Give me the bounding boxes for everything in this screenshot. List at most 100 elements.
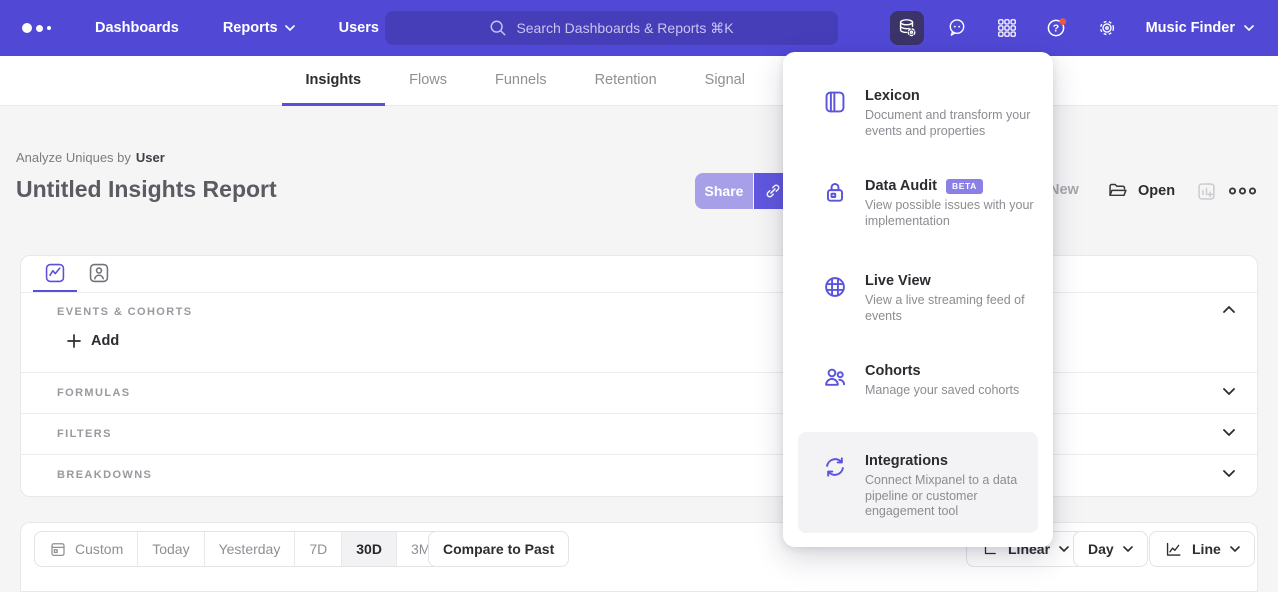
share-button[interactable]: Share [695, 173, 753, 209]
compare-to-past-button[interactable]: Compare to Past [428, 531, 569, 567]
chevron-down-icon [285, 25, 295, 31]
menu-item-title: Integrations [865, 453, 1043, 469]
feedback-bubble-icon [946, 17, 968, 39]
workspace-selector[interactable]: Music Finder [1146, 20, 1254, 36]
search-placeholder: Search Dashboards & Reports ⌘K [516, 20, 733, 37]
analysis-entity[interactable]: User [136, 150, 165, 165]
section-label: FILTERS [57, 428, 112, 440]
search-input[interactable]: Search Dashboards & Reports ⌘K [385, 11, 838, 45]
nav-dashboards[interactable]: Dashboards [95, 20, 179, 36]
menu-item-title: Cohorts [865, 363, 1043, 379]
svg-text:?: ? [1052, 23, 1058, 35]
tab-flows[interactable]: Flows [385, 56, 471, 106]
granularity-select-button[interactable]: Day [1073, 531, 1148, 567]
link-icon [763, 181, 783, 201]
search-icon [489, 19, 507, 37]
expand-section-button[interactable] [1223, 429, 1235, 436]
section-label: EVENTS & COHORTS [57, 306, 192, 318]
lock-icon [822, 178, 848, 229]
menu-item-description: Manage your saved cohorts [865, 383, 1043, 399]
chevron-down-icon [1244, 25, 1254, 31]
chevron-down-icon [1223, 429, 1235, 436]
people-icon [822, 363, 848, 399]
apps-grid-button[interactable] [990, 11, 1024, 45]
chevron-down-icon [1230, 546, 1240, 552]
expand-section-button[interactable] [1223, 470, 1235, 477]
help-icon: ? [1045, 16, 1069, 40]
menu-item-title: Data Audit BETA [865, 178, 1043, 194]
section-events-cohorts: EVENTS & COHORTS Add [21, 293, 1257, 373]
notification-dot [1059, 18, 1066, 25]
section-label: BREAKDOWNS [57, 469, 152, 481]
tab-funnels[interactable]: Funnels [471, 56, 571, 106]
date-range-30d[interactable]: 30D [341, 532, 396, 566]
section-formulas: FORMULAS [21, 373, 1257, 414]
more-dots-icon [1228, 186, 1257, 196]
topbar-icon-group: ? Music Finder [890, 0, 1278, 56]
tab-signal[interactable]: Signal [681, 56, 769, 106]
settings-button[interactable] [1090, 11, 1124, 45]
chevron-down-icon [1223, 388, 1235, 395]
chart-controls-bar: Custom Today Yesterday 7D 30D 3M 6M 12M … [20, 522, 1258, 592]
nav-users[interactable]: Users [339, 20, 379, 36]
expand-section-button[interactable] [1223, 388, 1235, 395]
menu-item-lexicon[interactable]: Lexicon Document and transform your even… [783, 88, 1053, 139]
calendar-icon [49, 540, 67, 558]
query-builder-tabs [21, 256, 1257, 293]
chart-add-icon [1196, 181, 1217, 202]
date-range-yesterday[interactable]: Yesterday [204, 532, 295, 566]
line-chart-icon [1164, 540, 1183, 559]
query-builder-panel: EVENTS & COHORTS Add FORMULAS FILTERS BR… [20, 255, 1258, 497]
report-type-tabbar: Insights Flows Funnels Retention Signal … [0, 56, 1278, 106]
settings-gear-icon [1096, 17, 1118, 39]
menu-item-description: Document and transform your events and p… [865, 108, 1043, 139]
report-subtitle: Analyze Uniques byUser [16, 150, 165, 165]
metrics-chart-tab[interactable] [33, 256, 77, 292]
collapse-section-button[interactable] [1223, 306, 1235, 313]
data-management-button[interactable] [890, 11, 924, 45]
open-report-button[interactable]: Open [1107, 180, 1175, 201]
chevron-up-icon [1223, 306, 1235, 313]
beta-badge: BETA [946, 179, 983, 194]
chart-tab-icon [44, 262, 66, 284]
help-button[interactable]: ? [1040, 11, 1074, 45]
more-options-button[interactable] [1228, 186, 1257, 196]
menu-item-integrations[interactable]: Integrations Connect Mixpanel to a data … [783, 453, 1053, 520]
section-breakdowns: BREAKDOWNS [21, 455, 1257, 496]
data-management-menu: Lexicon Document and transform your even… [783, 52, 1053, 547]
profiles-tab[interactable] [77, 256, 121, 292]
page-title[interactable]: Untitled Insights Report [16, 176, 277, 203]
plus-icon [67, 334, 81, 348]
section-filters: FILTERS [21, 414, 1257, 455]
menu-item-description: View a live streaming feed of events [865, 293, 1043, 324]
person-tab-icon [88, 262, 110, 284]
menu-item-description: Connect Mixpanel to a data pipeline or c… [865, 473, 1043, 520]
date-range-7d[interactable]: 7D [294, 532, 341, 566]
chevron-down-icon [1059, 546, 1069, 552]
sync-icon [822, 453, 848, 520]
menu-item-live-view[interactable]: Live View View a live streaming feed of … [783, 273, 1053, 324]
book-icon [822, 88, 848, 139]
chevron-down-icon [1223, 470, 1235, 477]
menu-item-cohorts[interactable]: Cohorts Manage your saved cohorts [783, 363, 1053, 399]
date-range-custom[interactable]: Custom [35, 532, 137, 566]
add-event-button[interactable]: Add [67, 333, 119, 349]
menu-item-description: View possible issues with your implement… [865, 198, 1043, 229]
top-navigation-bar: Dashboards Reports Users Search Dashboar… [0, 0, 1278, 56]
mixpanel-logo-icon[interactable] [22, 23, 51, 33]
add-to-dashboard-button[interactable] [1196, 181, 1217, 202]
menu-item-title: Live View [865, 273, 1043, 289]
date-range-today[interactable]: Today [137, 532, 203, 566]
feedback-button[interactable] [940, 11, 974, 45]
folder-icon [1107, 180, 1128, 201]
new-report-button[interactable]: New [1049, 182, 1079, 198]
menu-item-title: Lexicon [865, 88, 1043, 104]
menu-item-data-audit[interactable]: Data Audit BETA View possible issues wit… [783, 178, 1053, 229]
tab-retention[interactable]: Retention [571, 56, 681, 106]
chart-type-select-button[interactable]: Line [1149, 531, 1255, 567]
tab-insights[interactable]: Insights [282, 56, 386, 106]
primary-nav: Dashboards Reports Users [95, 20, 379, 36]
chevron-down-icon [1123, 546, 1133, 552]
nav-reports[interactable]: Reports [223, 20, 295, 36]
data-management-icon [896, 17, 918, 39]
